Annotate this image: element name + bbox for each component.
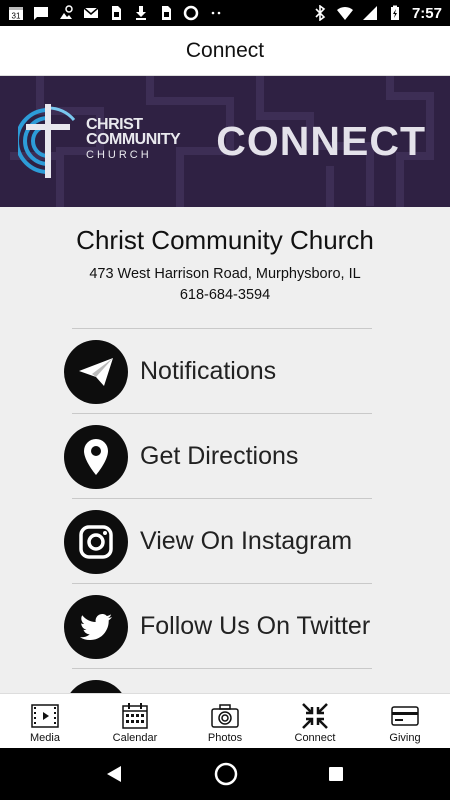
tab-media-label: Media xyxy=(30,732,60,744)
status-time: 7:57 xyxy=(411,4,442,22)
film-icon xyxy=(31,704,59,728)
get-directions-label: Get Directions xyxy=(140,442,299,470)
camera-icon xyxy=(211,704,239,728)
follow-twitter-button[interactable]: Follow Us On Twitter xyxy=(64,583,372,668)
church-phone[interactable]: 618-684-3594 xyxy=(0,287,450,303)
sim-icon xyxy=(162,6,171,20)
notifications-button[interactable]: Notifications xyxy=(64,328,372,413)
svg-text:31: 31 xyxy=(12,12,21,21)
app-screen: 31 7:57 Connect CHRIST COMMUNITY CHURCH … xyxy=(0,0,450,800)
banner-church-line3: CHURCH xyxy=(86,149,152,161)
banner-title: CONNECT xyxy=(216,118,426,164)
map-pin-icon xyxy=(84,439,108,475)
twitter-icon-circle xyxy=(64,595,128,659)
notifications-icon-circle xyxy=(64,340,128,404)
directions-icon-circle xyxy=(64,425,128,489)
bluetooth-icon xyxy=(315,5,326,21)
home-icon[interactable] xyxy=(213,761,239,787)
instagram-icon xyxy=(79,525,113,559)
tab-media[interactable]: Media xyxy=(0,694,90,748)
twitter-icon xyxy=(80,613,112,641)
status-bar: 31 7:57 xyxy=(0,0,450,26)
back-icon[interactable] xyxy=(104,763,126,785)
card-icon xyxy=(391,706,419,726)
gmail-icon xyxy=(83,7,99,18)
tab-connect[interactable]: Connect xyxy=(270,694,360,748)
banner-church-line1: CHRIST xyxy=(86,116,143,133)
church-address: 473 West Harrison Road, Murphysboro, IL xyxy=(89,266,361,282)
tab-giving-label: Giving xyxy=(389,732,421,744)
system-nav-bar xyxy=(0,748,450,800)
tab-photos[interactable]: Photos xyxy=(180,694,270,748)
page-title: Connect xyxy=(185,38,265,62)
paper-plane-icon xyxy=(79,358,113,386)
church-logo-icon xyxy=(18,104,76,178)
connect-banner: CHRIST COMMUNITY CHURCH CONNECT xyxy=(0,76,450,207)
tab-calendar[interactable]: Calendar xyxy=(90,694,180,748)
tab-connect-label: Connect xyxy=(294,732,336,744)
view-instagram-label: View On Instagram xyxy=(140,527,353,555)
follow-twitter-label: Follow Us On Twitter xyxy=(140,612,371,640)
title-bar: Connect xyxy=(0,26,450,76)
sim-icon xyxy=(112,6,121,20)
notifications-label: Notifications xyxy=(140,357,277,385)
connect-actions-list: Notifications Get Directions View On Ins… xyxy=(64,328,372,693)
instagram-icon-circle xyxy=(64,510,128,574)
banner-church-line2: COMMUNITY xyxy=(86,131,181,148)
recents-icon[interactable] xyxy=(326,764,346,784)
tab-calendar-label: Calendar xyxy=(112,732,158,744)
partial-icon-circle xyxy=(64,680,128,693)
banner-church-name: CHRIST COMMUNITY CHURCH xyxy=(86,116,181,163)
battery-charging-icon xyxy=(390,5,399,20)
calendar-icon xyxy=(122,703,148,729)
get-directions-button[interactable]: Get Directions xyxy=(64,413,372,498)
calendar-31-icon: 31 xyxy=(9,7,23,21)
church-name: Christ Community Church xyxy=(76,225,374,255)
view-instagram-button[interactable]: View On Instagram xyxy=(64,498,372,583)
download-icon xyxy=(136,6,146,20)
content-area[interactable]: Christ Community Church 473 West Harriso… xyxy=(0,207,450,693)
list-item-partial[interactable] xyxy=(64,668,372,693)
signal-icon xyxy=(362,6,377,20)
bottom-nav: Media Calendar Photos Connect Giving xyxy=(0,693,450,748)
tab-photos-label: Photos xyxy=(207,732,243,744)
message-icon xyxy=(34,7,48,20)
tab-giving[interactable]: Giving xyxy=(360,694,450,748)
more-dots-icon xyxy=(211,11,221,15)
circle-icon xyxy=(183,5,199,21)
photo-sync-icon xyxy=(60,5,73,19)
arrows-inward-icon xyxy=(302,703,328,729)
wifi-icon xyxy=(336,6,353,20)
